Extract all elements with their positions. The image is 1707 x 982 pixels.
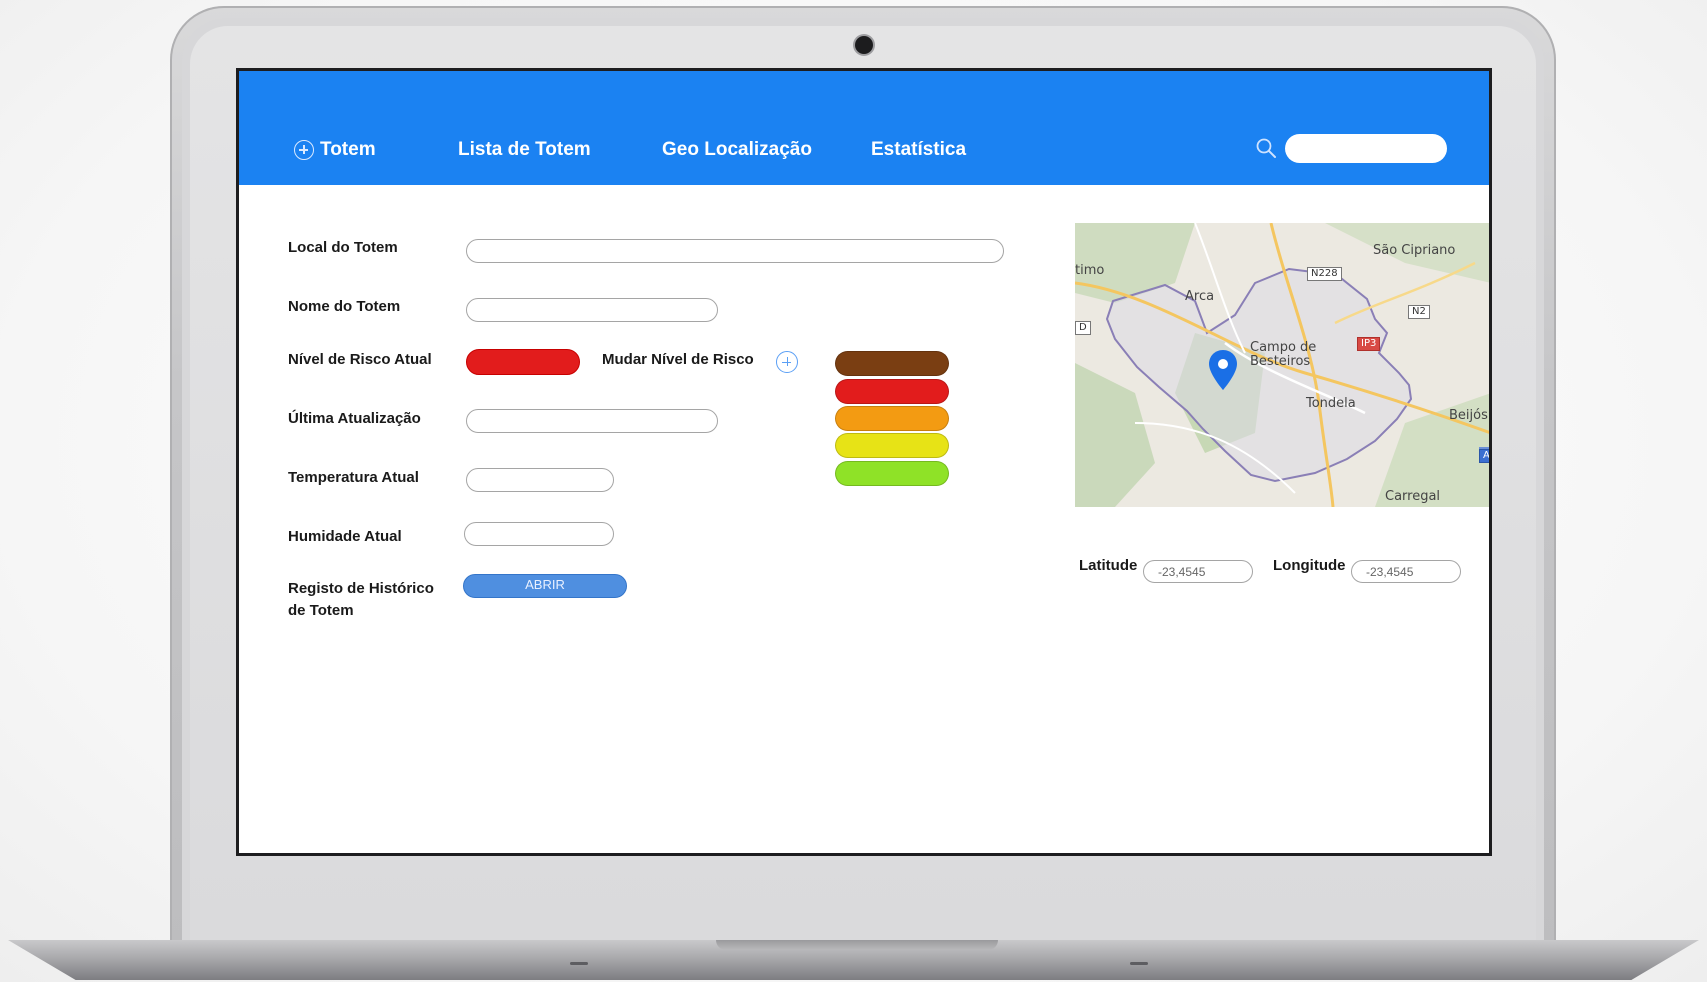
risk-swatch-red[interactable]: [835, 379, 949, 404]
ultima-field[interactable]: [466, 409, 718, 433]
laptop-hinge-notch: [716, 940, 998, 950]
map-label-campo-de-besteiros: Campo de Besteiros: [1250, 340, 1317, 369]
registo-label-line2: de Totem: [288, 602, 354, 619]
temperatura-label: Temperatura Atual: [288, 469, 419, 486]
top-navbar: Totem Lista de Totem Geo Localização Est…: [239, 71, 1489, 185]
nav-item-label: Geo Localização: [662, 139, 812, 160]
nav-item-lista-de-totem[interactable]: Lista de Totem: [458, 139, 591, 161]
nav-item-geo-localizacao[interactable]: Geo Localização: [662, 139, 812, 161]
humidade-field[interactable]: [464, 522, 614, 546]
local-field[interactable]: [466, 239, 1004, 263]
temperatura-field[interactable]: [466, 468, 614, 492]
map-label-arca: Arca: [1185, 289, 1215, 304]
app-screen: Totem Lista de Totem Geo Localização Est…: [236, 68, 1492, 856]
risk-swatch-green[interactable]: [835, 461, 949, 486]
map-label-carregal: Carregal: [1385, 489, 1441, 504]
latitude-label: Latitude: [1079, 557, 1138, 574]
camera-icon: [855, 36, 873, 54]
road-badge-ip3: IP3: [1357, 337, 1381, 351]
mudar-risco-label: Mudar Nível de Risco: [602, 351, 754, 368]
ultima-label: Última Atualização: [288, 410, 421, 427]
location-map[interactable]: São Cipriano timo Arca Campo de Besteiro…: [1075, 223, 1489, 507]
road-badge-d: D: [1075, 321, 1091, 335]
map-label-tondela: Tondela: [1306, 396, 1356, 411]
risk-swatch-yellow[interactable]: [835, 433, 949, 458]
registo-label-line1: Registo de Histórico: [288, 580, 434, 597]
map-pin-icon[interactable]: [1209, 350, 1237, 390]
nav-item-label: Estatística: [871, 139, 967, 160]
nav-item-totem[interactable]: Totem: [294, 139, 376, 161]
humidade-label: Humidade Atual: [288, 528, 402, 545]
current-risk-indicator: [466, 349, 580, 375]
add-risk-icon[interactable]: [776, 351, 798, 373]
search-input[interactable]: [1285, 134, 1447, 163]
nome-label: Nome do Totem: [288, 298, 401, 315]
registo-label: Registo de Histórico de Totem: [288, 578, 434, 622]
add-circle-icon: [294, 140, 314, 160]
laptop-foot: [570, 962, 588, 965]
local-label: Local do Totem: [288, 239, 398, 256]
map-label-timo: timo: [1075, 263, 1105, 278]
road-badge-n228: N228: [1307, 267, 1342, 281]
map-label-sao-cipriano: São Cipriano: [1373, 243, 1456, 258]
nome-field[interactable]: [466, 298, 718, 322]
search-icon[interactable]: [1255, 137, 1277, 159]
risk-swatch-orange[interactable]: [835, 406, 949, 431]
nav-item-label: Lista de Totem: [458, 139, 591, 160]
risco-label: Nível de Risco Atual: [288, 351, 432, 368]
nav-item-label: Totem: [320, 139, 376, 160]
nav-item-estatistica[interactable]: Estatística: [871, 139, 966, 161]
longitude-label: Longitude: [1273, 557, 1346, 574]
longitude-field[interactable]: [1351, 560, 1461, 583]
latitude-field[interactable]: [1143, 560, 1253, 583]
map-label-beijos: Beijós: [1449, 408, 1488, 423]
road-badge-n2: N2: [1408, 305, 1430, 319]
risk-swatch-brown[interactable]: [835, 351, 949, 376]
laptop-mockup: Totem Lista de Totem Geo Localização Est…: [0, 0, 1707, 982]
road-badge-a: A: [1479, 449, 1489, 463]
abrir-button[interactable]: ABRIR: [463, 574, 627, 598]
laptop-foot: [1130, 962, 1148, 965]
